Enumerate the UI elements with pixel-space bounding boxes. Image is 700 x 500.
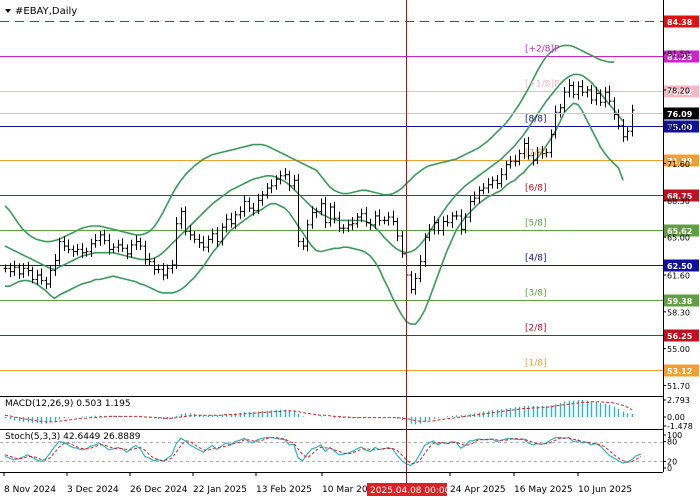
macd-tick-label: 2.793 [667,396,690,405]
macd-tick-label: 0.00 [667,413,685,422]
price-tick-label: 71.60 [667,160,690,169]
murrey-label: [2/8] [525,324,547,334]
symbol-header: #EBAY,Daily [5,6,77,17]
time-tick-label: 22 Jan 2025 [193,485,247,495]
time-tick-label: 24 Apr 2025 [450,485,506,495]
murrey-label: [3/8] [525,289,547,299]
time-tick-label: 10 Jun 2025 [578,485,632,495]
time-tick-label: 8 Nov 2024 [4,485,56,495]
murrey-label: [7/8] [525,149,547,159]
price-tick-label: 81.50 [667,50,690,59]
time-tick-label: 26 Dec 2024 [130,485,188,495]
price-tick-label: 74.90 [667,123,690,132]
murrey-label: [5/8] [525,219,547,229]
murrey-label: [1/8] [525,359,547,369]
price-tick-label: 58.30 [667,308,690,317]
chart-canvas: 84.38[+2/8]P81.25[+1/8]P78.12[8/8]75.00[… [0,0,700,500]
symbol-title: #EBAY,Daily [15,6,77,17]
murrey-label: [+2/8]P [525,45,560,55]
last-price-label: 76.09 [667,110,693,119]
price-tick-label: 61.60 [667,272,690,281]
time-tick-label: 13 Feb 2025 [256,485,312,495]
price-level-badge-label: 84.38 [667,18,693,27]
stoch-tick-label: 0 [667,464,672,473]
time-tick-label: 16 May 2025 [514,485,573,495]
stoch-title: Stoch(5,3,3) 42.6449 26.8889 [5,432,141,442]
price-level-badge-label: 59.38 [667,297,693,306]
price-tick-label: 55.00 [667,345,690,354]
murrey-label: [4/8] [525,254,547,264]
price-tick-label: 65.00 [667,234,690,243]
price-level-badge-label: 56.25 [667,332,693,341]
chart-background [0,0,700,500]
murrey-label: [6/8] [525,184,547,194]
murrey-label: [+1/8]P [525,80,560,90]
price-level-badge-label: 62.50 [667,262,693,271]
macd-title: MACD(12,26,9) 0.503 1.195 [5,399,131,409]
stoch-tick-label: 80 [667,438,677,447]
price-tick-label: 68.30 [667,197,690,206]
price-tick-label: 51.70 [667,382,690,391]
highlighted-date-label: 2025.04.08 00:00 [370,486,451,496]
price-tick-label: 78.20 [667,86,690,95]
time-tick-label: 3 Dec 2024 [67,485,119,495]
macd-tick-label: -1.478 [667,422,693,431]
murrey-label: [8/8] [525,115,547,125]
price-level-badge-label: 53.12 [667,367,692,376]
